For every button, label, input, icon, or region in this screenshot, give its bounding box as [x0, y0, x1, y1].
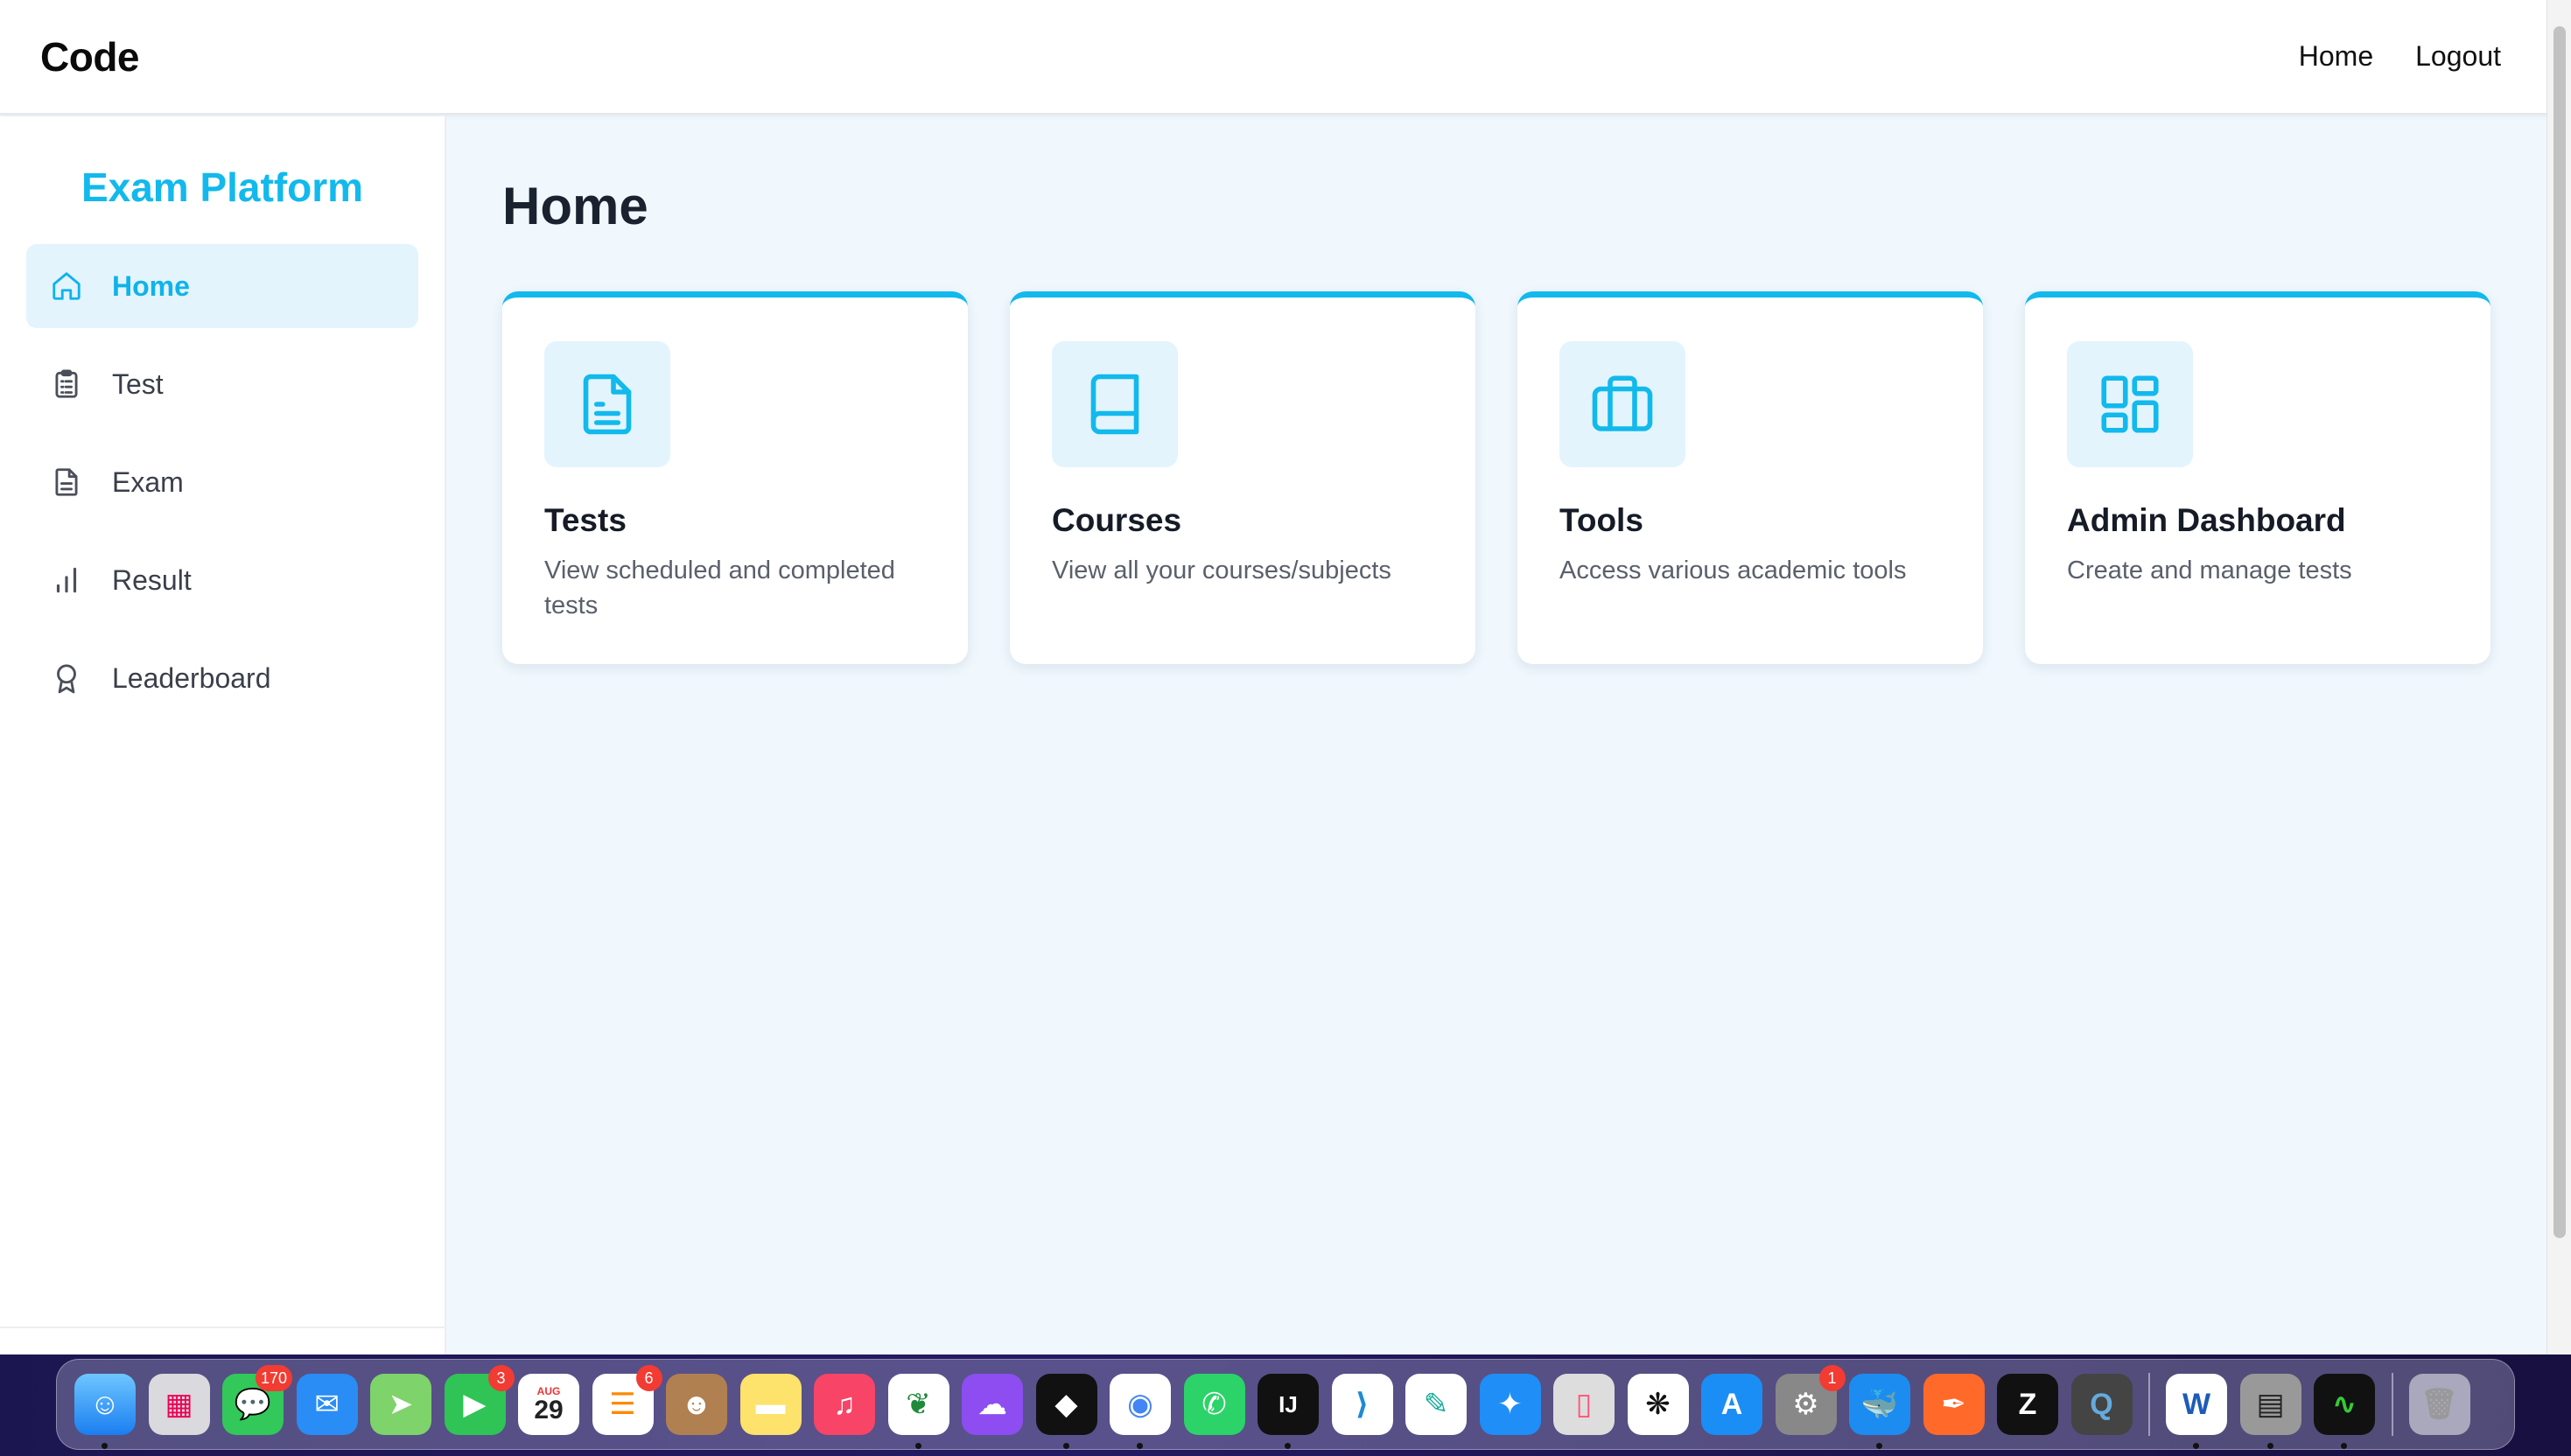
mail-icon[interactable]: ✉: [296, 1374, 358, 1435]
card-admin-dashboard[interactable]: Admin Dashboard Create and manage tests: [2025, 291, 2490, 664]
sidebar-item-label: Result: [112, 564, 192, 596]
sidebar-item-exam[interactable]: Exam: [26, 440, 418, 524]
card-title: Tests: [544, 502, 627, 538]
postman-icon[interactable]: ✒: [1923, 1374, 1985, 1435]
sidebar-item-result[interactable]: Result: [26, 538, 418, 622]
maps-icon[interactable]: ➤: [370, 1374, 431, 1435]
sidebar-item-home[interactable]: Home: [26, 244, 418, 328]
sidebar-item-label: Leaderboard: [112, 662, 271, 694]
card-description: View all your courses/subjects: [1052, 556, 1391, 584]
sidebar-item-leaderboard[interactable]: Leaderboard: [26, 636, 418, 720]
notification-badge: 170: [255, 1365, 292, 1391]
reminders-icon[interactable]: ☰ 6: [592, 1365, 662, 1435]
mongodb-compass-icon[interactable]: ❦: [887, 1374, 949, 1449]
calendar-day: 29: [534, 1396, 564, 1424]
page-title: Home: [502, 177, 648, 235]
notification-badge: 6: [635, 1365, 662, 1391]
bar-chart-icon: [49, 563, 84, 598]
main-content: Home Tests View scheduled and completed …: [448, 116, 2545, 1354]
sidebar-title: Exam Platform: [81, 164, 364, 210]
system-settings-icon[interactable]: ⚙ 1: [1775, 1365, 1846, 1435]
safari-icon[interactable]: ✦: [1479, 1374, 1541, 1435]
card-description: Access various academic tools: [1559, 556, 1907, 584]
docker-icon[interactable]: 🐳: [1849, 1374, 1910, 1449]
zed-icon[interactable]: Z: [1997, 1374, 2058, 1435]
sidebar-menu: Home Test Exam Result Leaderboard: [0, 244, 445, 720]
chatgpt-icon[interactable]: ❋: [1627, 1374, 1689, 1435]
running-indicator: [1285, 1443, 1291, 1449]
ghost-app-icon[interactable]: ☁: [962, 1374, 1023, 1435]
notes-icon[interactable]: ▬: [739, 1374, 802, 1435]
music-icon[interactable]: ♫: [814, 1374, 875, 1435]
nav-links: Home Logout: [2299, 40, 2501, 73]
document-icon: [49, 465, 84, 500]
home-icon: [49, 269, 84, 304]
quicktime-icon[interactable]: Q: [2070, 1374, 2133, 1435]
running-indicator: [2341, 1443, 2347, 1449]
dock-separator: [2148, 1373, 2150, 1436]
card-title: Tools: [1559, 502, 1643, 538]
nav-link-home[interactable]: Home: [2299, 40, 2373, 73]
sidebar-item-label: Exam: [112, 466, 184, 498]
running-indicator: [1062, 1443, 1069, 1449]
top-navbar: Code Home Logout: [0, 0, 2571, 115]
running-indicator: [102, 1443, 108, 1449]
sidebar-divider: [0, 1326, 445, 1328]
running-indicator: [1876, 1443, 1882, 1449]
scrollbar-thumb[interactable]: [2553, 26, 2566, 1238]
trash-icon[interactable]: 🗑: [2408, 1374, 2470, 1435]
chrome-icon[interactable]: ◉: [1110, 1374, 1171, 1449]
whatsapp-icon[interactable]: ✆: [1183, 1374, 1245, 1435]
launchpad-icon[interactable]: ▦: [148, 1374, 210, 1435]
document-icon: [544, 341, 670, 467]
intellij-icon[interactable]: IJ: [1257, 1374, 1319, 1449]
card-tools[interactable]: Tools Access various academic tools: [1517, 291, 1983, 664]
sidebar-item-test[interactable]: Test: [26, 342, 418, 426]
card-title: Admin Dashboard: [2067, 502, 2346, 538]
card-tests[interactable]: Tests View scheduled and completed tests: [502, 291, 968, 664]
page-scrollbar[interactable]: [2546, 0, 2571, 1354]
notification-badge: 1: [1818, 1365, 1846, 1391]
activity-monitor-icon[interactable]: ∿: [2314, 1374, 2375, 1449]
book-icon: [1052, 341, 1178, 467]
running-indicator: [1137, 1443, 1143, 1449]
simulator-icon[interactable]: ▯: [1553, 1374, 1615, 1435]
card-grid: Tests View scheduled and completed tests…: [502, 291, 2490, 664]
word-icon[interactable]: W: [2166, 1374, 2227, 1449]
running-indicator: [2193, 1443, 2199, 1449]
messages-icon[interactable]: 💬 170: [222, 1365, 292, 1435]
browser-window: Code Home Logout Exam Platform Home Test: [0, 0, 2571, 1354]
calendar-icon[interactable]: AUG 29: [518, 1374, 579, 1435]
app-store-icon[interactable]: A: [1701, 1374, 1762, 1435]
card-title: Courses: [1052, 502, 1182, 538]
nav-link-logout[interactable]: Logout: [2415, 40, 2501, 73]
notification-badge: 3: [487, 1365, 515, 1391]
sidebar-item-label: Home: [112, 270, 190, 302]
award-icon: [49, 661, 84, 696]
clipboard-icon: [49, 367, 84, 402]
dock-separator: [2391, 1373, 2393, 1436]
dashboard-icon: [2067, 341, 2193, 467]
briefcase-icon: [1559, 341, 1685, 467]
sidebar: Exam Platform Home Test Exam Result Lead…: [0, 116, 446, 1354]
cube-app-icon[interactable]: ◆: [1035, 1374, 1097, 1449]
card-description: View scheduled and completed tests: [544, 556, 895, 620]
contacts-icon[interactable]: ☻: [666, 1374, 727, 1435]
brand-logo[interactable]: Code: [40, 33, 140, 80]
macos-dock: ☺ ▦ 💬 170 ✉ ➤ ▶ 3 AUG 29 ☰ 6 ☻ ▬ ♫ ❦ ☁ ◆ ◉ ✆…: [56, 1359, 2515, 1450]
finder-icon[interactable]: ☺: [74, 1374, 136, 1449]
freeform-icon[interactable]: ✎: [1405, 1374, 1467, 1435]
card-courses[interactable]: Courses View all your courses/subjects: [1010, 291, 1475, 664]
facetime-icon[interactable]: ▶ 3: [444, 1365, 515, 1435]
calculator-icon[interactable]: ▤: [2239, 1374, 2301, 1449]
running-indicator: [2266, 1443, 2273, 1449]
running-indicator: [914, 1443, 921, 1449]
sidebar-item-label: Test: [112, 368, 164, 400]
vscode-icon[interactable]: ⟩: [1331, 1374, 1393, 1435]
card-description: Create and manage tests: [2067, 556, 2352, 584]
